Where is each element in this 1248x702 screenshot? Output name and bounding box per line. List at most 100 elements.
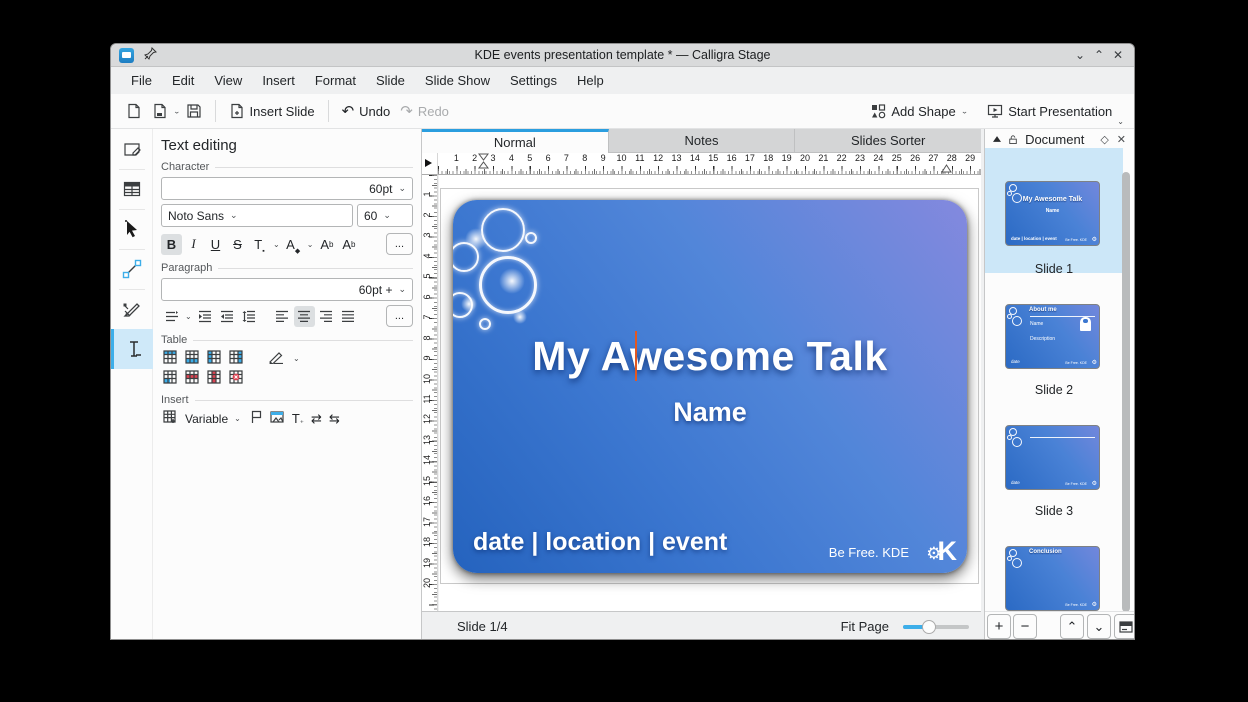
zoom-slider[interactable] <box>903 620 969 634</box>
close-docker-icon[interactable]: ✕ <box>1117 133 1126 146</box>
slide-thumbnail-1[interactable]: My Awesome Talk Name date | location | e… <box>1005 181 1100 246</box>
border-pen-chevron-icon[interactable]: ⌄ <box>291 354 302 363</box>
slide-thumbnail-label[interactable]: Slide 1 <box>985 262 1123 276</box>
slide-thumbnail-3[interactable]: date Be Free. KDE ⚙ <box>1005 425 1100 490</box>
tab-slides-sorter[interactable]: Slides Sorter <box>795 129 981 153</box>
slide-layout-tool[interactable] <box>111 169 153 209</box>
strikethrough-button[interactable]: S <box>227 234 248 255</box>
border-pen-button[interactable] <box>268 350 284 367</box>
menu-edit[interactable]: Edit <box>162 73 204 88</box>
subscript-button[interactable]: Ab <box>338 234 359 255</box>
title-bar[interactable]: KDE events presentation template * — Cal… <box>111 44 1134 67</box>
add-slide-button[interactable]: + <box>987 614 1011 639</box>
superscript-button[interactable]: Ab <box>316 234 337 255</box>
insert-bookmark-button[interactable] <box>250 410 263 427</box>
zoom-mode-label[interactable]: Fit Page <box>841 619 889 634</box>
tab-normal[interactable]: Normal <box>422 129 609 153</box>
variable-dropdown[interactable]: Variable ⌄ <box>185 412 243 426</box>
first-line-indent-marker[interactable] <box>478 153 489 174</box>
delete-row-button[interactable] <box>185 370 200 387</box>
start-presentation-button[interactable]: Start Presentation <box>982 98 1117 124</box>
add-shape-button[interactable]: Add Shape <box>866 98 960 124</box>
swap-arrows-button[interactable]: ⇄ <box>311 411 322 427</box>
insert-column-left-button[interactable] <box>207 350 222 367</box>
menu-slide-show[interactable]: Slide Show <box>415 73 500 88</box>
selection-arrow-tool[interactable] <box>111 209 153 249</box>
insert-table-button[interactable] <box>163 410 178 427</box>
highlight-color-button[interactable]: A◆ <box>283 234 304 255</box>
text-color-chevron-icon[interactable]: ⌄ <box>271 240 282 249</box>
slide-thumbnail-list[interactable]: My Awesome Talk Name date | location | e… <box>985 148 1134 611</box>
menu-format[interactable]: Format <box>305 73 366 88</box>
paragraph-style-combobox[interactable]: 60pt + ⌄ <box>161 278 413 301</box>
merge-cells-button[interactable] <box>163 370 178 387</box>
delete-table-button[interactable] <box>229 370 244 387</box>
align-left-button[interactable] <box>272 306 293 327</box>
menu-insert[interactable]: Insert <box>252 73 305 88</box>
add-shape-chevron-icon[interactable]: ⌄ <box>961 107 969 116</box>
slide-canvas[interactable]: My Awesome Talk Name date | location | e… <box>439 175 981 611</box>
slide-page[interactable]: My Awesome Talk Name date | location | e… <box>440 188 979 584</box>
highlight-color-chevron-icon[interactable]: ⌄ <box>305 240 316 249</box>
ruler-corner[interactable] <box>422 153 438 175</box>
connector-tool[interactable] <box>111 249 153 289</box>
font-size-combobox[interactable]: 60 ⌄ <box>357 204 413 227</box>
open-document-button[interactable] <box>147 98 173 124</box>
maximize-button[interactable]: ⌃ <box>1091 47 1107 63</box>
move-slide-up-button[interactable]: ⌃ <box>1060 614 1084 639</box>
slide-title-text[interactable]: My Awesome Talk <box>453 333 967 380</box>
path-edit-tool[interactable] <box>111 289 153 329</box>
slide-thumbnail-4[interactable]: Conclusion Be Free. KDE ⚙ <box>1005 546 1100 611</box>
docker-scrollbar[interactable] <box>1122 172 1130 611</box>
insert-slide-button[interactable]: Insert Slide <box>224 98 320 124</box>
start-presentation-chevron-icon[interactable]: ⌄ <box>1117 117 1124 126</box>
align-center-button[interactable] <box>294 306 315 327</box>
list-style-chevron-icon[interactable]: ⌄ <box>183 312 194 321</box>
underline-button[interactable]: U <box>205 234 226 255</box>
align-justify-button[interactable] <box>338 306 359 327</box>
float-docker-icon[interactable]: ◇ <box>1100 133 1108 146</box>
align-right-button[interactable] <box>316 306 337 327</box>
insert-row-below-button[interactable] <box>185 350 200 367</box>
remove-slide-button[interactable]: − <box>1013 614 1037 639</box>
redo-button[interactable]: ↷ Redo <box>395 98 454 124</box>
edit-shapes-tool[interactable] <box>111 129 153 169</box>
menu-help[interactable]: Help <box>567 73 614 88</box>
menu-view[interactable]: View <box>204 73 252 88</box>
paragraph-more-button[interactable]: ... <box>386 305 413 327</box>
delete-column-button[interactable] <box>207 370 222 387</box>
minimize-button[interactable]: ⌄ <box>1072 47 1088 63</box>
h-ruler[interactable]: 1234567891011121314151617181920212223242… <box>438 153 981 175</box>
slide-subtitle-text[interactable]: Name <box>453 397 967 428</box>
new-document-button[interactable] <box>121 98 147 124</box>
list-style-button[interactable] <box>161 306 182 327</box>
move-slide-down-button[interactable]: ⌄ <box>1087 614 1111 639</box>
slide-thumbnail-label[interactable]: Slide 2 <box>985 383 1123 397</box>
menu-slide[interactable]: Slide <box>366 73 415 88</box>
insert-row-above-button[interactable] <box>163 350 178 367</box>
insert-image-button[interactable] <box>270 410 285 427</box>
indent-more-button[interactable] <box>195 306 216 327</box>
menu-file[interactable]: File <box>121 73 162 88</box>
indent-less-button[interactable] <box>217 306 238 327</box>
tab-notes[interactable]: Notes <box>609 129 796 153</box>
italic-button[interactable]: I <box>183 234 204 255</box>
line-spacing-button[interactable] <box>239 306 260 327</box>
v-ruler[interactable]: 1234567891011121314151617181920 <box>422 175 438 611</box>
insert-column-right-button[interactable] <box>229 350 244 367</box>
lock-icon[interactable] <box>1009 133 1017 146</box>
undo-button[interactable]: ↶ Undo <box>337 98 396 124</box>
slide-editor-view[interactable]: My Awesome Talk Name date | location | e… <box>453 200 967 573</box>
bold-button[interactable]: B <box>161 234 182 255</box>
docker-settings-button[interactable] <box>1114 614 1135 639</box>
character-more-button[interactable]: ... <box>386 233 413 255</box>
save-button[interactable] <box>181 98 207 124</box>
menu-settings[interactable]: Settings <box>500 73 567 88</box>
text-tool[interactable] <box>111 329 153 369</box>
font-family-combobox[interactable]: Noto Sans ⌄ <box>161 204 353 227</box>
zoom-slider-handle[interactable] <box>922 620 936 634</box>
slide-footer-text[interactable]: date | location | event <box>473 528 727 557</box>
slide-thumbnail-2[interactable]: About me Name Description date Be Free. … <box>1005 304 1100 369</box>
insert-text-frame-button[interactable]: T₊ <box>292 411 304 426</box>
distribute-arrows-button[interactable]: ⇆ <box>329 411 340 427</box>
